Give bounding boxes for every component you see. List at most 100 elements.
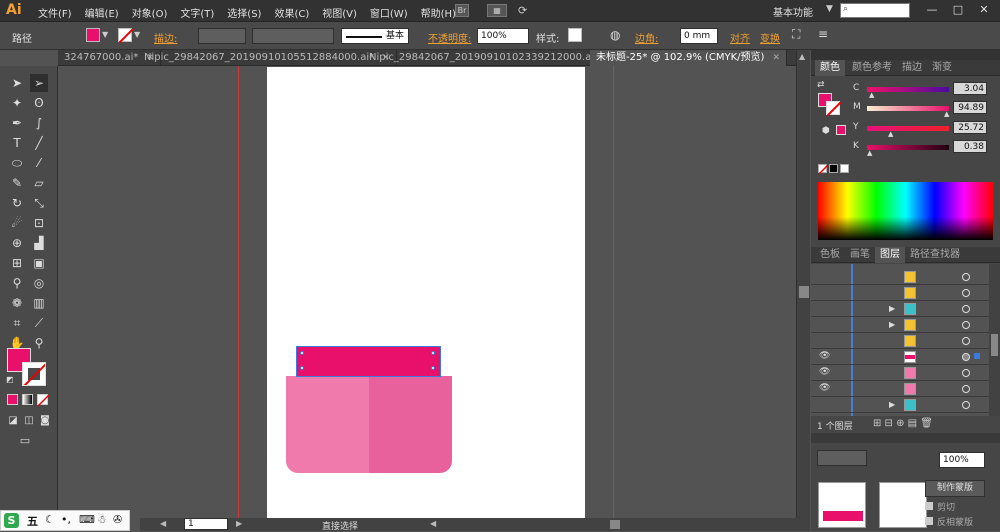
layer-row[interactable]: ▶	[811, 397, 989, 413]
tab-brushes[interactable]: 画笔	[845, 247, 875, 263]
tab-document-active[interactable]: 未标题-25* @ 102.9% (CMYK/预览) ✕	[590, 50, 787, 66]
layer-row[interactable]: ▶	[811, 317, 989, 333]
pencil-tool-icon[interactable]: ✎	[8, 174, 26, 192]
menu-edit[interactable]: 编辑(E)	[85, 5, 119, 20]
thumbnail-preview[interactable]	[818, 482, 866, 528]
color-spectrum[interactable]	[818, 182, 993, 240]
slice-tool-icon[interactable]: ⟋	[30, 314, 48, 332]
layer-row[interactable]	[811, 285, 989, 301]
horizontal-scrollbar[interactable]: ◀ 1 ▶ 直接选择 ◀	[140, 518, 810, 532]
scale-tool-icon[interactable]: ⤡	[30, 194, 48, 212]
layer-row[interactable]	[811, 333, 989, 349]
maximize-button[interactable]: □	[946, 3, 970, 18]
tab-color-guide[interactable]: 颜色参考	[847, 60, 897, 76]
menu-object[interactable]: 对象(O)	[132, 5, 168, 20]
canvas[interactable]	[58, 66, 796, 518]
corner-radius-input[interactable]: 0 mm	[680, 28, 718, 44]
slider-thumb[interactable]: ▲	[944, 110, 949, 118]
gradient-mode-icon[interactable]	[22, 394, 33, 405]
scroll-left-icon[interactable]: ◀	[430, 519, 436, 528]
target-icon[interactable]	[962, 401, 970, 409]
eraser-tool-icon[interactable]: ▱	[30, 174, 48, 192]
expand-icon[interactable]: ▶	[889, 304, 895, 313]
bridge-button[interactable]: Br	[455, 4, 469, 17]
paintbrush-tool-icon[interactable]: ⁄	[30, 154, 48, 172]
sync-icon[interactable]: ⟳	[518, 4, 527, 17]
menu-window[interactable]: 窗口(W)	[370, 5, 408, 20]
artboard[interactable]	[267, 67, 585, 518]
arrange-documents-icon[interactable]: ▦	[487, 4, 507, 17]
skin-icon[interactable]: ☃	[97, 513, 107, 526]
layer-row[interactable]: 👁	[811, 365, 989, 381]
stroke-swatch[interactable]	[118, 28, 133, 43]
isolate-icon[interactable]: ⛶	[792, 27, 800, 42]
anchor-point[interactable]	[300, 366, 304, 370]
tab-gradient[interactable]: 渐变	[927, 60, 957, 76]
zoom-tool-icon[interactable]: ⚲	[30, 334, 48, 352]
visibility-eye-icon[interactable]: 👁	[819, 383, 830, 393]
tab-pathfinder[interactable]: 路径查找器	[905, 247, 965, 263]
layer-row[interactable]	[811, 269, 989, 285]
slider-thumb[interactable]: ▲	[888, 130, 893, 138]
slider-value[interactable]: 25.72	[953, 121, 987, 134]
slider-value[interactable]: 0.38	[953, 140, 987, 153]
tools-wrench-icon[interactable]: ✇	[113, 513, 122, 526]
perspective-grid-tool-icon[interactable]: ▟	[30, 234, 48, 252]
artboard-number-input[interactable]: 1	[184, 518, 228, 530]
transparency-opacity-input[interactable]: 100%	[939, 452, 985, 468]
curvature-tool-icon[interactable]: ∫	[30, 114, 48, 132]
variable-width-dropdown[interactable]	[252, 28, 334, 44]
magic-wand-tool-icon[interactable]: ✦	[8, 94, 26, 112]
selection-indicator[interactable]	[974, 353, 980, 359]
tab-document-2[interactable]: Nipic_29842067_20190910105512884000.ai* ✕	[138, 50, 397, 66]
slider-cyan[interactable]: C ▲ 3.04	[853, 82, 993, 99]
keyboard-icon[interactable]: ⌨	[79, 513, 95, 526]
artboard-next-icon[interactable]: ▶	[236, 519, 242, 528]
target-icon[interactable]	[962, 385, 970, 393]
jar-body-left[interactable]	[286, 376, 369, 473]
stroke-color-box[interactable]	[22, 362, 46, 386]
jar-body-right[interactable]	[369, 376, 452, 473]
eyedropper-tool-icon[interactable]: ⚲	[8, 274, 26, 292]
expand-icon[interactable]: ▶	[889, 320, 895, 329]
color-mode-icon[interactable]	[7, 394, 18, 405]
slider-black[interactable]: K ▲ 0.38	[853, 140, 993, 157]
tab-close-icon[interactable]: ✕	[772, 53, 780, 63]
clip-checkbox[interactable]	[925, 502, 933, 510]
minimize-button[interactable]: —	[920, 3, 944, 18]
workspace-switcher[interactable]: 基本功能	[773, 4, 813, 19]
visibility-eye-icon[interactable]: 👁	[819, 367, 830, 377]
symbol-sprayer-tool-icon[interactable]: ❁	[8, 294, 26, 312]
selection-tool-icon[interactable]: ➤	[8, 74, 26, 92]
workspace-dropdown-icon[interactable]: ▼	[826, 4, 833, 14]
black-color-chip[interactable]	[829, 164, 838, 173]
tab-stroke[interactable]: 描边	[897, 60, 927, 76]
slider-value[interactable]: 3.04	[953, 82, 987, 95]
expand-icon[interactable]: ▶	[889, 400, 895, 409]
direct-selection-tool-icon[interactable]: ➢	[30, 74, 48, 92]
mesh-tool-icon[interactable]: ⊞	[8, 254, 26, 272]
blend-mode-dropdown[interactable]	[817, 450, 867, 466]
visibility-eye-icon[interactable]: 👁	[819, 351, 830, 361]
fill-swatch[interactable]	[86, 28, 100, 42]
corner-label[interactable]: 边角:	[635, 30, 658, 45]
slider-thumb[interactable]: ▲	[867, 149, 872, 157]
align-link[interactable]: 对齐	[730, 30, 750, 45]
target-icon[interactable]	[962, 289, 970, 297]
mask-preview[interactable]	[879, 482, 927, 528]
slider-thumb[interactable]: ▲	[869, 91, 874, 99]
type-tool-icon[interactable]: T	[8, 134, 26, 152]
anchor-point[interactable]	[300, 351, 304, 355]
slider-value[interactable]: 94.89	[953, 101, 987, 114]
tab-document-3[interactable]: Nipic_29842067_20190910102339212000.ai*✕	[363, 50, 622, 66]
lasso-tool-icon[interactable]: ʘ	[30, 94, 48, 112]
stroke-dropdown-icon[interactable]: ▼	[134, 30, 140, 39]
recolor-artwork-icon[interactable]: ◍	[610, 28, 620, 42]
invert-mask-checkbox[interactable]	[925, 517, 933, 525]
column-graph-tool-icon[interactable]: ▥	[30, 294, 48, 312]
make-mask-button[interactable]: 制作蒙版	[925, 480, 985, 497]
target-icon[interactable]	[962, 273, 970, 281]
close-button[interactable]: ✕	[972, 3, 996, 18]
control-options-icon[interactable]: ≡	[818, 27, 828, 41]
opacity-input[interactable]: 100%	[477, 28, 529, 44]
